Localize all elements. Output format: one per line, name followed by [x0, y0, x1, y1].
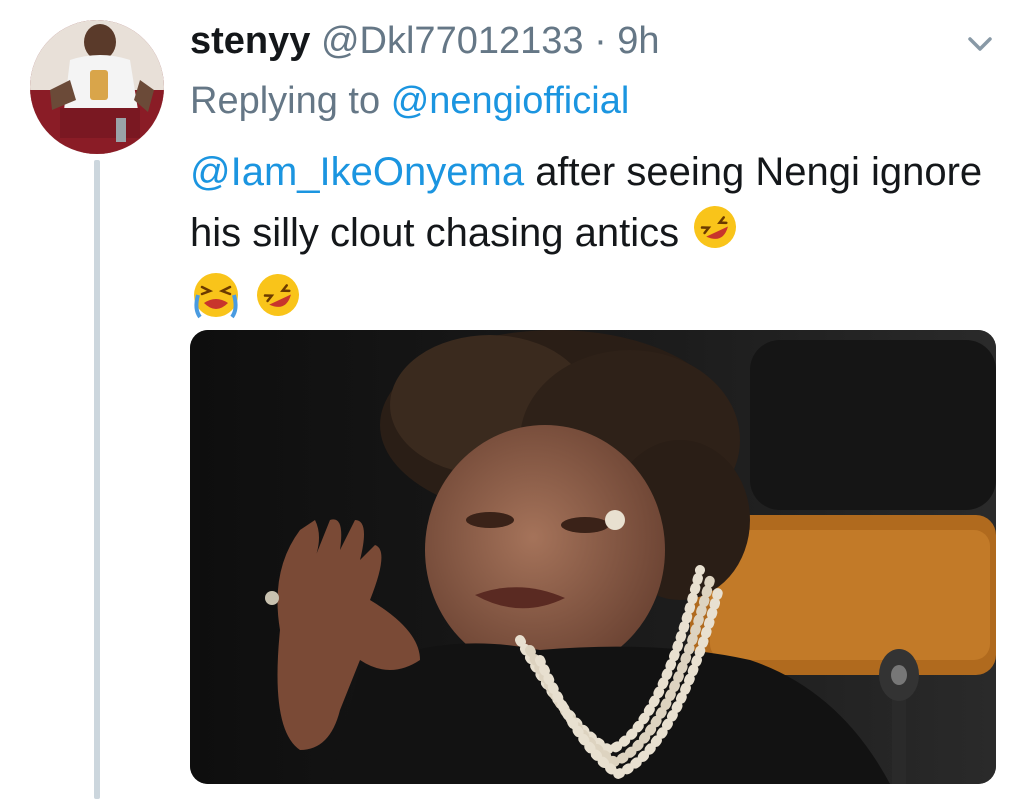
replying-to-label: Replying to: [190, 80, 381, 122]
tweet-text: @Iam_IkeOnyema after seeing Nengi ignore…: [190, 142, 1000, 338]
meme-photo: [190, 330, 996, 784]
rolling-on-floor-laughing-emoji-icon: [690, 202, 740, 269]
author-name[interactable]: stenyy: [190, 20, 310, 62]
avatar-photo: [30, 20, 164, 154]
loudly-crying-face-emoji-icon: [190, 269, 242, 338]
replying-to-line: Replying to @nengiofficial: [190, 78, 629, 124]
tweet-menu-button[interactable]: [960, 24, 1000, 64]
tweet-timestamp[interactable]: 9h: [617, 20, 659, 62]
separator-dot: ·: [594, 20, 607, 62]
tweet-media-image[interactable]: [190, 330, 996, 784]
avatar[interactable]: [30, 20, 164, 154]
mention-link[interactable]: @Iam_IkeOnyema: [190, 150, 524, 194]
chevron-down-icon: [968, 37, 992, 51]
thread-connector-line: [94, 160, 100, 799]
tweet-header: stenyy @Dkl77012133 · 9h: [190, 18, 660, 64]
author-handle[interactable]: @Dkl77012133: [321, 20, 584, 62]
replying-to-link[interactable]: @nengiofficial: [391, 80, 630, 122]
rolling-on-floor-laughing-emoji-icon: [253, 270, 303, 337]
